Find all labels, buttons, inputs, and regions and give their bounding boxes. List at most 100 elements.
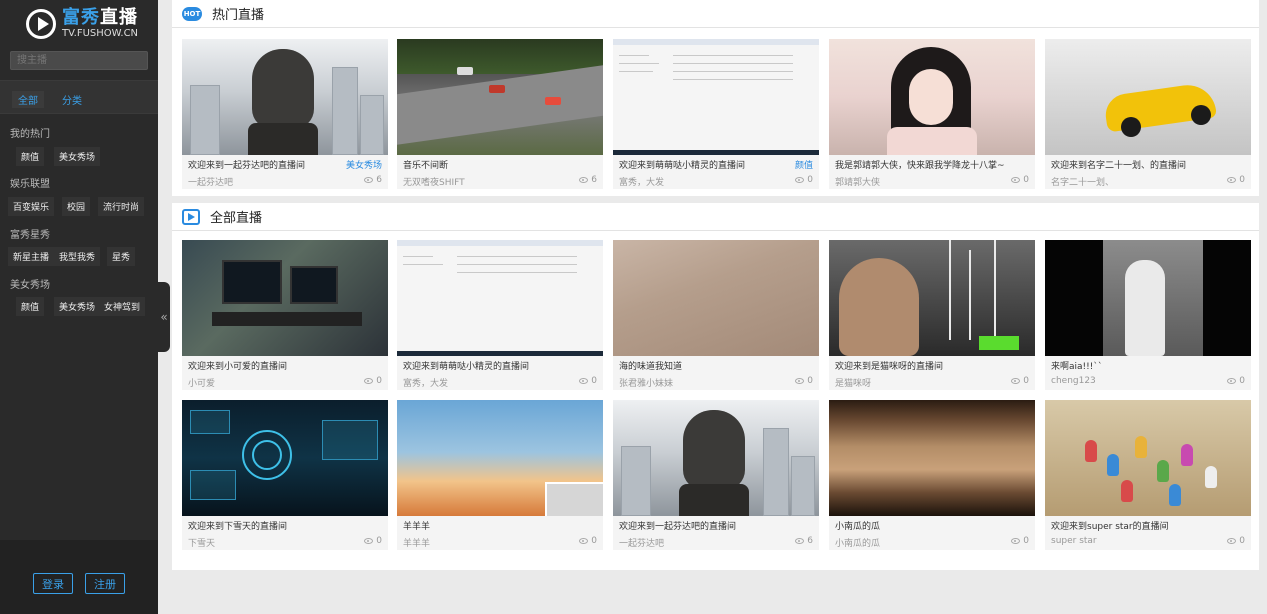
- chip-fashion[interactable]: 流行时尚: [98, 197, 145, 216]
- stream-host: 富秀，大发: [619, 178, 665, 188]
- stream-title: 小南瓜的瓜: [835, 522, 881, 532]
- view-count: 0: [376, 536, 382, 546]
- logo-domain: TV.FUSHOW.CN: [62, 28, 139, 39]
- category-tabs: 全部 分类: [0, 80, 158, 114]
- eye-icon: [1011, 537, 1021, 544]
- live-card-6[interactable]: 欢迎来到下雪天的直播间 下雪天 0: [182, 400, 388, 550]
- eye-icon: [364, 176, 374, 183]
- stream-host: 下雪天: [188, 539, 216, 549]
- stream-category-tag[interactable]: 颜值: [795, 158, 813, 171]
- play-logo-icon: [26, 9, 56, 39]
- view-count: 0: [1239, 376, 1245, 386]
- stream-title: 欢迎来到一起芬达吧的直播间: [619, 522, 737, 532]
- view-count: 0: [1239, 175, 1245, 185]
- stream-host: 张君雅小妹妹: [619, 379, 674, 389]
- live-card-8[interactable]: 欢迎来到一起芬达吧的直播间 一起芬达吧 6: [613, 400, 819, 550]
- stream-title: 欢迎来到小可爱的直播间: [188, 362, 288, 372]
- site-logo[interactable]: 富秀直播 TV.FUSHOW.CN: [0, 0, 158, 48]
- anchor-search-input[interactable]: [10, 51, 148, 70]
- group-title-star: 富秀星秀: [10, 230, 50, 241]
- stream-thumbnail: [397, 39, 603, 155]
- stream-host: 是猫咪呀: [835, 379, 872, 389]
- hot-card-3[interactable]: 欢迎来到萌萌哒小精灵的直播间 颜值 富秀，大发 0: [613, 39, 819, 189]
- eye-icon: [1011, 176, 1021, 183]
- stream-host: 小南瓜的瓜: [835, 539, 881, 549]
- stream-title: 欢迎来到是猫咪呀的直播间: [835, 362, 944, 372]
- live-card-7[interactable]: 羊羊羊 羊羊羊 0: [397, 400, 603, 550]
- live-card-9[interactable]: 小南瓜的瓜 小南瓜的瓜 0: [829, 400, 1035, 550]
- eye-icon: [579, 377, 589, 384]
- stream-title: 羊羊羊: [403, 522, 431, 532]
- stream-host: 名字二十一划、: [1051, 178, 1115, 188]
- group-title-my-hot: 我的热门: [10, 129, 50, 140]
- hot-card-1[interactable]: 欢迎来到一起芬达吧的直播间 美女秀场 一起芬达吧 6: [182, 39, 388, 189]
- auth-area: 登录 注册: [0, 540, 158, 614]
- register-button[interactable]: 注册: [85, 573, 125, 594]
- hot-live-title: 热门直播: [212, 8, 265, 23]
- stream-category-tag[interactable]: 美女秀场: [346, 158, 382, 171]
- logo-cn-b: 直播: [100, 7, 138, 28]
- stream-host: 无双嗜夜SHIFT: [403, 178, 465, 188]
- view-count: 0: [807, 175, 813, 185]
- view-count: 0: [591, 536, 597, 546]
- view-count: 0: [591, 376, 597, 386]
- stream-thumbnail: [1045, 240, 1251, 356]
- stream-thumbnail: [1045, 400, 1251, 516]
- stream-thumbnail: [829, 240, 1035, 356]
- chip-yanzhi[interactable]: 颜值: [16, 147, 45, 166]
- stream-title: 欢迎来到萌萌哒小精灵的直播间: [619, 161, 746, 171]
- chip-meinv-2[interactable]: 美女秀场: [54, 297, 101, 316]
- stream-title: 欢迎来到下雪天的直播间: [188, 522, 288, 532]
- stream-thumbnail: [182, 39, 388, 155]
- live-card-4[interactable]: 欢迎来到是猫咪呀的直播间 是猫咪呀 0: [829, 240, 1035, 390]
- live-card-2[interactable]: 欢迎来到萌萌哒小精灵的直播间 富秀，大发 0: [397, 240, 603, 390]
- eye-icon: [795, 176, 805, 183]
- stream-host: 郭靖郭大侠: [835, 178, 881, 188]
- chip-goddess[interactable]: 女神驾到: [99, 297, 146, 316]
- live-play-icon: [182, 208, 200, 225]
- live-card-3[interactable]: 海的味道我知道 张君雅小妹妹 0: [613, 240, 819, 390]
- hot-live-panel: HOT 热门直播 欢迎来到一起芬达吧的直播间 美女秀场 一起芬达吧 6 音乐不间…: [172, 0, 1259, 196]
- login-button[interactable]: 登录: [33, 573, 73, 594]
- chip-campus[interactable]: 校园: [62, 197, 91, 216]
- chip-meinv[interactable]: 美女秀场: [54, 147, 101, 166]
- stream-title: 欢迎来到名字二十一划、的直播间: [1051, 161, 1187, 171]
- chip-baibian[interactable]: 百变娱乐: [8, 197, 55, 216]
- chip-yanzhi-2[interactable]: 颜值: [16, 297, 45, 316]
- live-card-10[interactable]: 欢迎来到super star的直播间 super star 0: [1045, 400, 1251, 550]
- stream-host: 富秀，大发: [403, 379, 449, 389]
- view-count: 0: [376, 376, 382, 386]
- chip-myshow[interactable]: 我型我秀: [54, 247, 101, 266]
- chip-newstar[interactable]: 新星主播: [8, 247, 55, 266]
- chip-xingxiu[interactable]: 星秀: [107, 247, 136, 266]
- all-live-title: 全部直播: [210, 211, 263, 226]
- tab-all[interactable]: 全部: [12, 91, 44, 108]
- stream-host: super star: [1051, 536, 1097, 546]
- view-count: 0: [1023, 376, 1029, 386]
- logo-cn-a: 富秀: [62, 7, 100, 28]
- live-card-1[interactable]: 欢迎来到小可爱的直播间 小可爱 0: [182, 240, 388, 390]
- eye-icon: [364, 537, 374, 544]
- stream-thumbnail: [829, 39, 1035, 155]
- group-title-ent: 娱乐联盟: [10, 179, 50, 190]
- stream-host: 羊羊羊: [403, 539, 431, 549]
- view-count: 6: [376, 175, 382, 185]
- stream-title: 来啊aia!!!``: [1051, 362, 1103, 372]
- eye-icon: [1227, 537, 1237, 544]
- eye-icon: [795, 537, 805, 544]
- view-count: 6: [591, 175, 597, 185]
- live-card-5[interactable]: 来啊aia!!!`` cheng123 0: [1045, 240, 1251, 390]
- view-count: 6: [807, 536, 813, 546]
- sidebar-collapse-handle[interactable]: «: [158, 282, 170, 352]
- stream-host: 小可爱: [188, 379, 216, 389]
- stream-thumbnail: [829, 400, 1035, 516]
- hot-card-5[interactable]: 欢迎来到名字二十一划、的直播间 名字二十一划、 0: [1045, 39, 1251, 189]
- hot-card-2[interactable]: 音乐不间断 无双嗜夜SHIFT 6: [397, 39, 603, 189]
- view-count: 0: [1239, 536, 1245, 546]
- stream-thumbnail: [397, 400, 603, 516]
- tab-category[interactable]: 分类: [56, 91, 88, 108]
- stream-title: 我是郭靖郭大侠，快来跟我学降龙十八掌~: [835, 161, 1005, 171]
- hot-badge-icon: HOT: [182, 6, 202, 21]
- stream-title: 欢迎来到super star的直播间: [1051, 522, 1169, 532]
- hot-card-4[interactable]: 我是郭靖郭大侠，快来跟我学降龙十八掌~ 郭靖郭大侠 0: [829, 39, 1035, 189]
